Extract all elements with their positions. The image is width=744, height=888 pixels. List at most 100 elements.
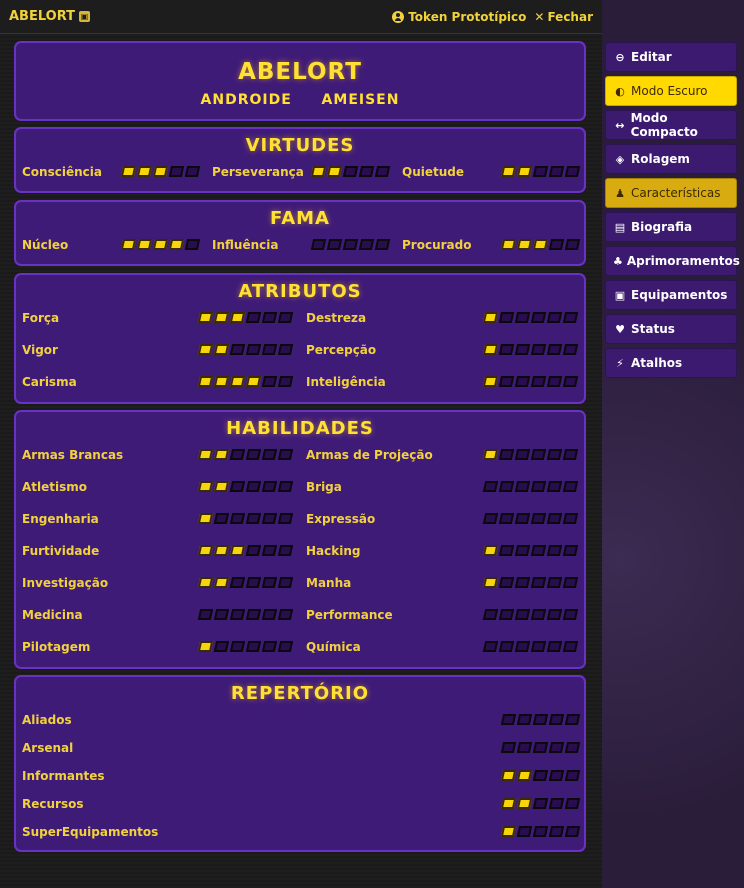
dot-empty[interactable]: [229, 481, 246, 492]
virtudes-label-perseveranca[interactable]: Perseverança: [212, 165, 304, 179]
dot-filled[interactable]: [229, 312, 246, 323]
dot-filled[interactable]: [197, 577, 214, 588]
dot-empty[interactable]: [564, 714, 581, 725]
dot-empty[interactable]: [548, 714, 565, 725]
sidebar-item-modo-escuro[interactable]: ◐ Modo Escuro: [605, 76, 737, 106]
dot-empty[interactable]: [530, 513, 547, 524]
habilidades-label-quimica[interactable]: Química: [306, 640, 361, 654]
dot-filled[interactable]: [213, 577, 230, 588]
dot-empty[interactable]: [546, 481, 563, 492]
dot-empty[interactable]: [532, 742, 549, 753]
dot-filled[interactable]: [120, 239, 137, 250]
dot-empty[interactable]: [229, 513, 246, 524]
dot-empty[interactable]: [530, 545, 547, 556]
dot-empty[interactable]: [277, 641, 294, 652]
dot-empty[interactable]: [277, 577, 294, 588]
dot-empty[interactable]: [532, 714, 549, 725]
dot-empty[interactable]: [277, 449, 294, 460]
dot-filled[interactable]: [482, 344, 499, 355]
repertorio-label-aliados[interactable]: Aliados: [22, 713, 72, 727]
repertorio-label-informantes[interactable]: Informantes: [22, 769, 105, 783]
dot-empty[interactable]: [261, 609, 278, 620]
dot-filled[interactable]: [213, 344, 230, 355]
dot-empty[interactable]: [498, 609, 515, 620]
dot-empty[interactable]: [261, 449, 278, 460]
dot-empty[interactable]: [546, 449, 563, 460]
virtudes-label-quietude[interactable]: Quietude: [402, 165, 464, 179]
dot-empty[interactable]: [530, 376, 547, 387]
dot-empty[interactable]: [514, 609, 531, 620]
dot-empty[interactable]: [310, 239, 327, 250]
sidebar-item-status[interactable]: ♥ Status: [605, 314, 737, 344]
dot-empty[interactable]: [514, 641, 531, 652]
habilidades-label-manha[interactable]: Manha: [306, 576, 351, 590]
sidebar-item-aprimoramentos[interactable]: ♣ Aprimoramentos: [605, 246, 740, 276]
dot-filled[interactable]: [482, 376, 499, 387]
dot-empty[interactable]: [498, 545, 515, 556]
dot-filled[interactable]: [197, 481, 214, 492]
repertorio-label-arsenal[interactable]: Arsenal: [22, 741, 73, 755]
dot-filled[interactable]: [197, 449, 214, 460]
dot-filled[interactable]: [500, 239, 517, 250]
fama-label-influencia[interactable]: Influência: [212, 238, 278, 252]
dot-empty[interactable]: [562, 344, 579, 355]
habilidades-label-pilotagem[interactable]: Pilotagem: [22, 640, 90, 654]
dot-empty[interactable]: [482, 481, 499, 492]
atributos-label-percepcao[interactable]: Percepção: [306, 343, 376, 357]
sidebar-item-modo-compacto[interactable]: ↔ Modo Compacto: [605, 110, 737, 140]
token-button[interactable]: Token Prototípico: [392, 10, 526, 24]
dot-empty[interactable]: [245, 609, 262, 620]
dot-empty[interactable]: [229, 577, 246, 588]
habilidades-label-armas-de-projecao[interactable]: Armas de Projeção: [306, 448, 433, 462]
dot-filled[interactable]: [213, 481, 230, 492]
dot-filled[interactable]: [197, 344, 214, 355]
dot-filled[interactable]: [197, 545, 214, 556]
dot-empty[interactable]: [374, 239, 391, 250]
dot-empty[interactable]: [516, 826, 533, 837]
dot-empty[interactable]: [514, 545, 531, 556]
dot-empty[interactable]: [514, 344, 531, 355]
dot-empty[interactable]: [532, 770, 549, 781]
dot-empty[interactable]: [261, 481, 278, 492]
dot-empty[interactable]: [245, 513, 262, 524]
dot-empty[interactable]: [342, 239, 359, 250]
dot-empty[interactable]: [168, 166, 185, 177]
dot-empty[interactable]: [514, 312, 531, 323]
atributos-label-inteligencia[interactable]: Inteligência: [306, 375, 386, 389]
dot-empty[interactable]: [546, 376, 563, 387]
dot-empty[interactable]: [261, 577, 278, 588]
dot-empty[interactable]: [213, 513, 230, 524]
sidebar-item-rolagem[interactable]: ◈ Rolagem: [605, 144, 737, 174]
dot-empty[interactable]: [482, 513, 499, 524]
dot-empty[interactable]: [498, 449, 515, 460]
dot-empty[interactable]: [229, 641, 246, 652]
dot-filled[interactable]: [482, 577, 499, 588]
dot-empty[interactable]: [532, 166, 549, 177]
dot-empty[interactable]: [498, 577, 515, 588]
habilidades-label-performance[interactable]: Performance: [306, 608, 393, 622]
dot-empty[interactable]: [245, 545, 262, 556]
dot-empty[interactable]: [245, 312, 262, 323]
dot-empty[interactable]: [546, 344, 563, 355]
dot-empty[interactable]: [562, 609, 579, 620]
dot-empty[interactable]: [261, 376, 278, 387]
dot-empty[interactable]: [498, 376, 515, 387]
dot-empty[interactable]: [562, 481, 579, 492]
dot-empty[interactable]: [326, 239, 343, 250]
habilidades-label-armas-brancas[interactable]: Armas Brancas: [22, 448, 123, 462]
dot-empty[interactable]: [546, 577, 563, 588]
dot-empty[interactable]: [514, 449, 531, 460]
dot-empty[interactable]: [245, 641, 262, 652]
dot-empty[interactable]: [261, 641, 278, 652]
habilidades-label-engenharia[interactable]: Engenharia: [22, 512, 99, 526]
dot-empty[interactable]: [482, 609, 499, 620]
dot-filled[interactable]: [500, 166, 517, 177]
dot-filled[interactable]: [213, 545, 230, 556]
dot-empty[interactable]: [562, 376, 579, 387]
sidebar-item-caracteristicas[interactable]: ♟ Características: [605, 178, 737, 208]
dot-empty[interactable]: [530, 641, 547, 652]
dot-empty[interactable]: [514, 513, 531, 524]
habilidades-label-expressao[interactable]: Expressão: [306, 512, 375, 526]
dot-empty[interactable]: [530, 449, 547, 460]
dot-empty[interactable]: [342, 166, 359, 177]
